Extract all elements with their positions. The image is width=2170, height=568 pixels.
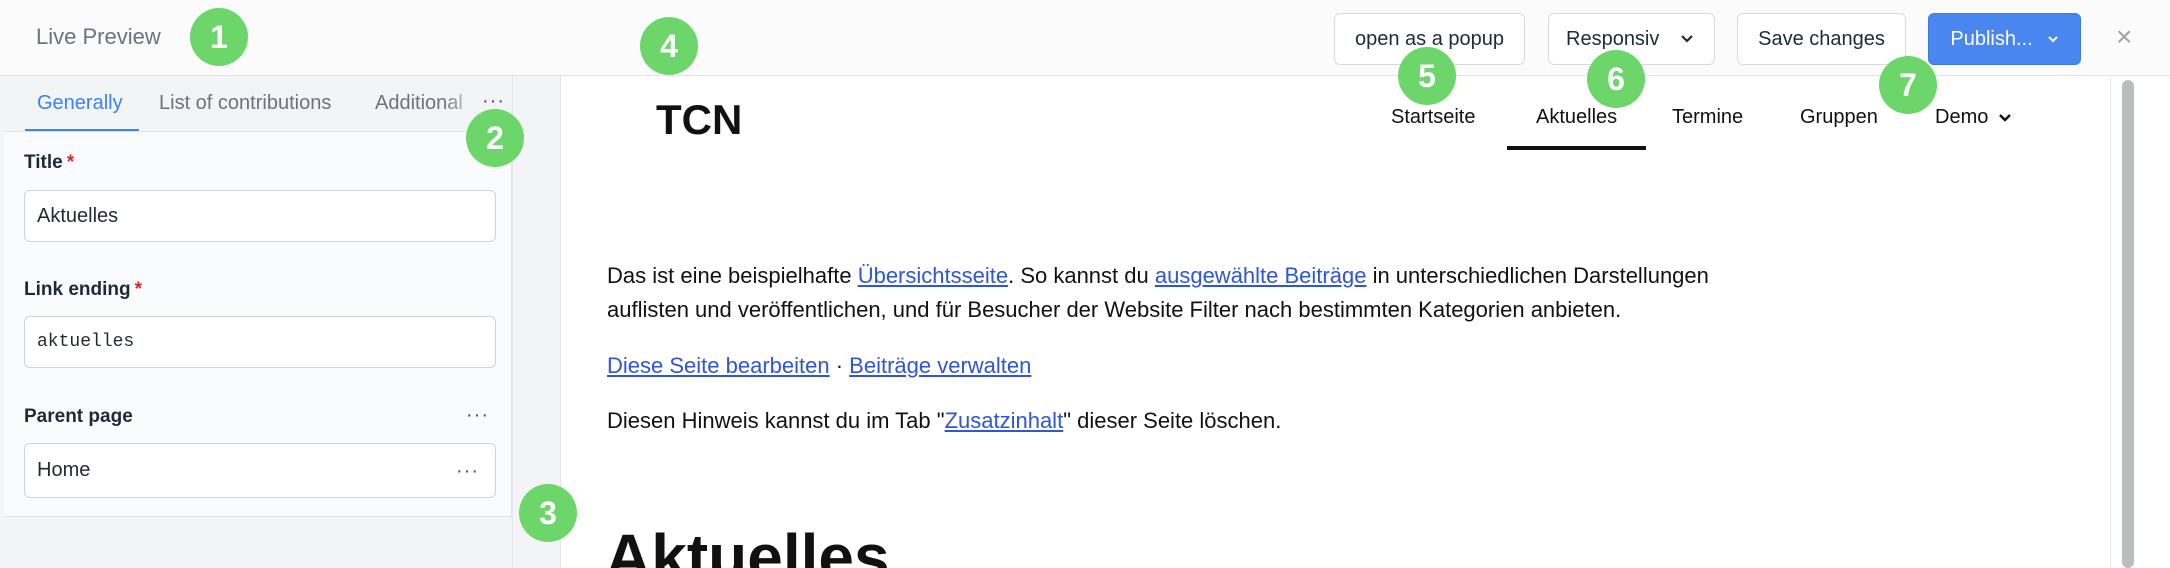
callout-marker-1: 1: [190, 8, 248, 66]
callout-marker-7: 7: [1879, 56, 1937, 114]
zusatzinhalt-link[interactable]: Zusatzinhalt: [945, 408, 1064, 433]
callout-marker-2: 2: [466, 109, 524, 167]
title-input[interactable]: Aktuelles: [24, 190, 496, 242]
close-icon[interactable]: ×: [2116, 22, 2132, 52]
chevron-down-icon: [1681, 35, 1693, 43]
panel-tabs: Generally List of contributions Addition…: [4, 76, 512, 132]
nav-item-startseite[interactable]: Startseite: [1391, 106, 1475, 129]
live-preview-frame: TCN Startseite Aktuelles Termine Gruppen…: [560, 76, 2110, 568]
active-nav-indicator: [1507, 146, 1646, 150]
nav-item-demo[interactable]: Demo: [1935, 106, 2012, 129]
app-title: Live Preview: [36, 24, 161, 49]
uebersichtsseite-link[interactable]: Übersichtsseite: [858, 263, 1008, 288]
link-ending-label: Link ending *: [24, 279, 143, 300]
parent-page-label: Parent page: [24, 406, 133, 427]
nav-item-gruppen[interactable]: Gruppen: [1800, 106, 1878, 129]
required-marker: *: [134, 279, 143, 300]
beitraege-verwalten-link[interactable]: Beiträge verwalten: [849, 353, 1031, 378]
diese-seite-bearbeiten-link[interactable]: Diese Seite bearbeiten: [607, 353, 830, 378]
settings-panel: Generally List of contributions Addition…: [0, 76, 512, 568]
callout-marker-5: 5: [1398, 47, 1456, 105]
link-ending-input[interactable]: aktuelles: [24, 316, 496, 368]
edit-links-line: Diese Seite bearbeiten · Beiträge verwal…: [607, 353, 1032, 378]
settings-card: Generally List of contributions Addition…: [4, 76, 512, 517]
tab-list-of-contributions[interactable]: List of contributions: [159, 92, 331, 115]
parent-page-menu-icon[interactable]: ···: [456, 460, 479, 483]
tab-generally[interactable]: Generally: [37, 92, 123, 115]
callout-marker-4: 4: [640, 17, 698, 75]
nav-item-termine[interactable]: Termine: [1672, 106, 1743, 129]
hint-line: Diesen Hinweis kannst du im Tab "Zusatzi…: [607, 408, 1282, 433]
callout-marker-6: 6: [1587, 50, 1645, 108]
parent-page-options-icon[interactable]: ···: [466, 404, 489, 427]
chevron-down-icon: [2047, 35, 2058, 42]
responsive-select-label: Responsiv: [1566, 27, 1660, 50]
title-label: Title *: [24, 152, 75, 173]
chevron-down-icon: [1999, 113, 2012, 122]
ausgewaehlte-beitraege-link[interactable]: ausgewählte Beiträge: [1155, 263, 1367, 288]
scrollbar-thumb[interactable]: [2122, 80, 2134, 568]
site-logo[interactable]: TCN: [656, 96, 742, 144]
callout-marker-3: 3: [519, 484, 577, 542]
publish-button-label: Publish...: [1950, 27, 2033, 50]
nav-item-demo-label: Demo: [1935, 106, 1989, 128]
preview-scrollbar[interactable]: [2110, 76, 2170, 568]
intro-paragraph: Das ist eine beispielhafte Übersichtssei…: [607, 263, 1709, 322]
nav-item-aktuelles[interactable]: Aktuelles: [1536, 106, 1617, 129]
parent-page-select[interactable]: Home: [24, 443, 496, 498]
page-heading: Aktuelles: [605, 521, 890, 568]
save-changes-button[interactable]: Save changes: [1737, 13, 1906, 65]
top-bar: Live Preview open as a popup Responsiv S…: [0, 0, 2170, 76]
active-tab-indicator: [25, 129, 139, 131]
parent-page-value: Home: [37, 459, 91, 481]
required-marker: *: [66, 152, 75, 173]
publish-button[interactable]: Publish...: [1928, 13, 2081, 65]
